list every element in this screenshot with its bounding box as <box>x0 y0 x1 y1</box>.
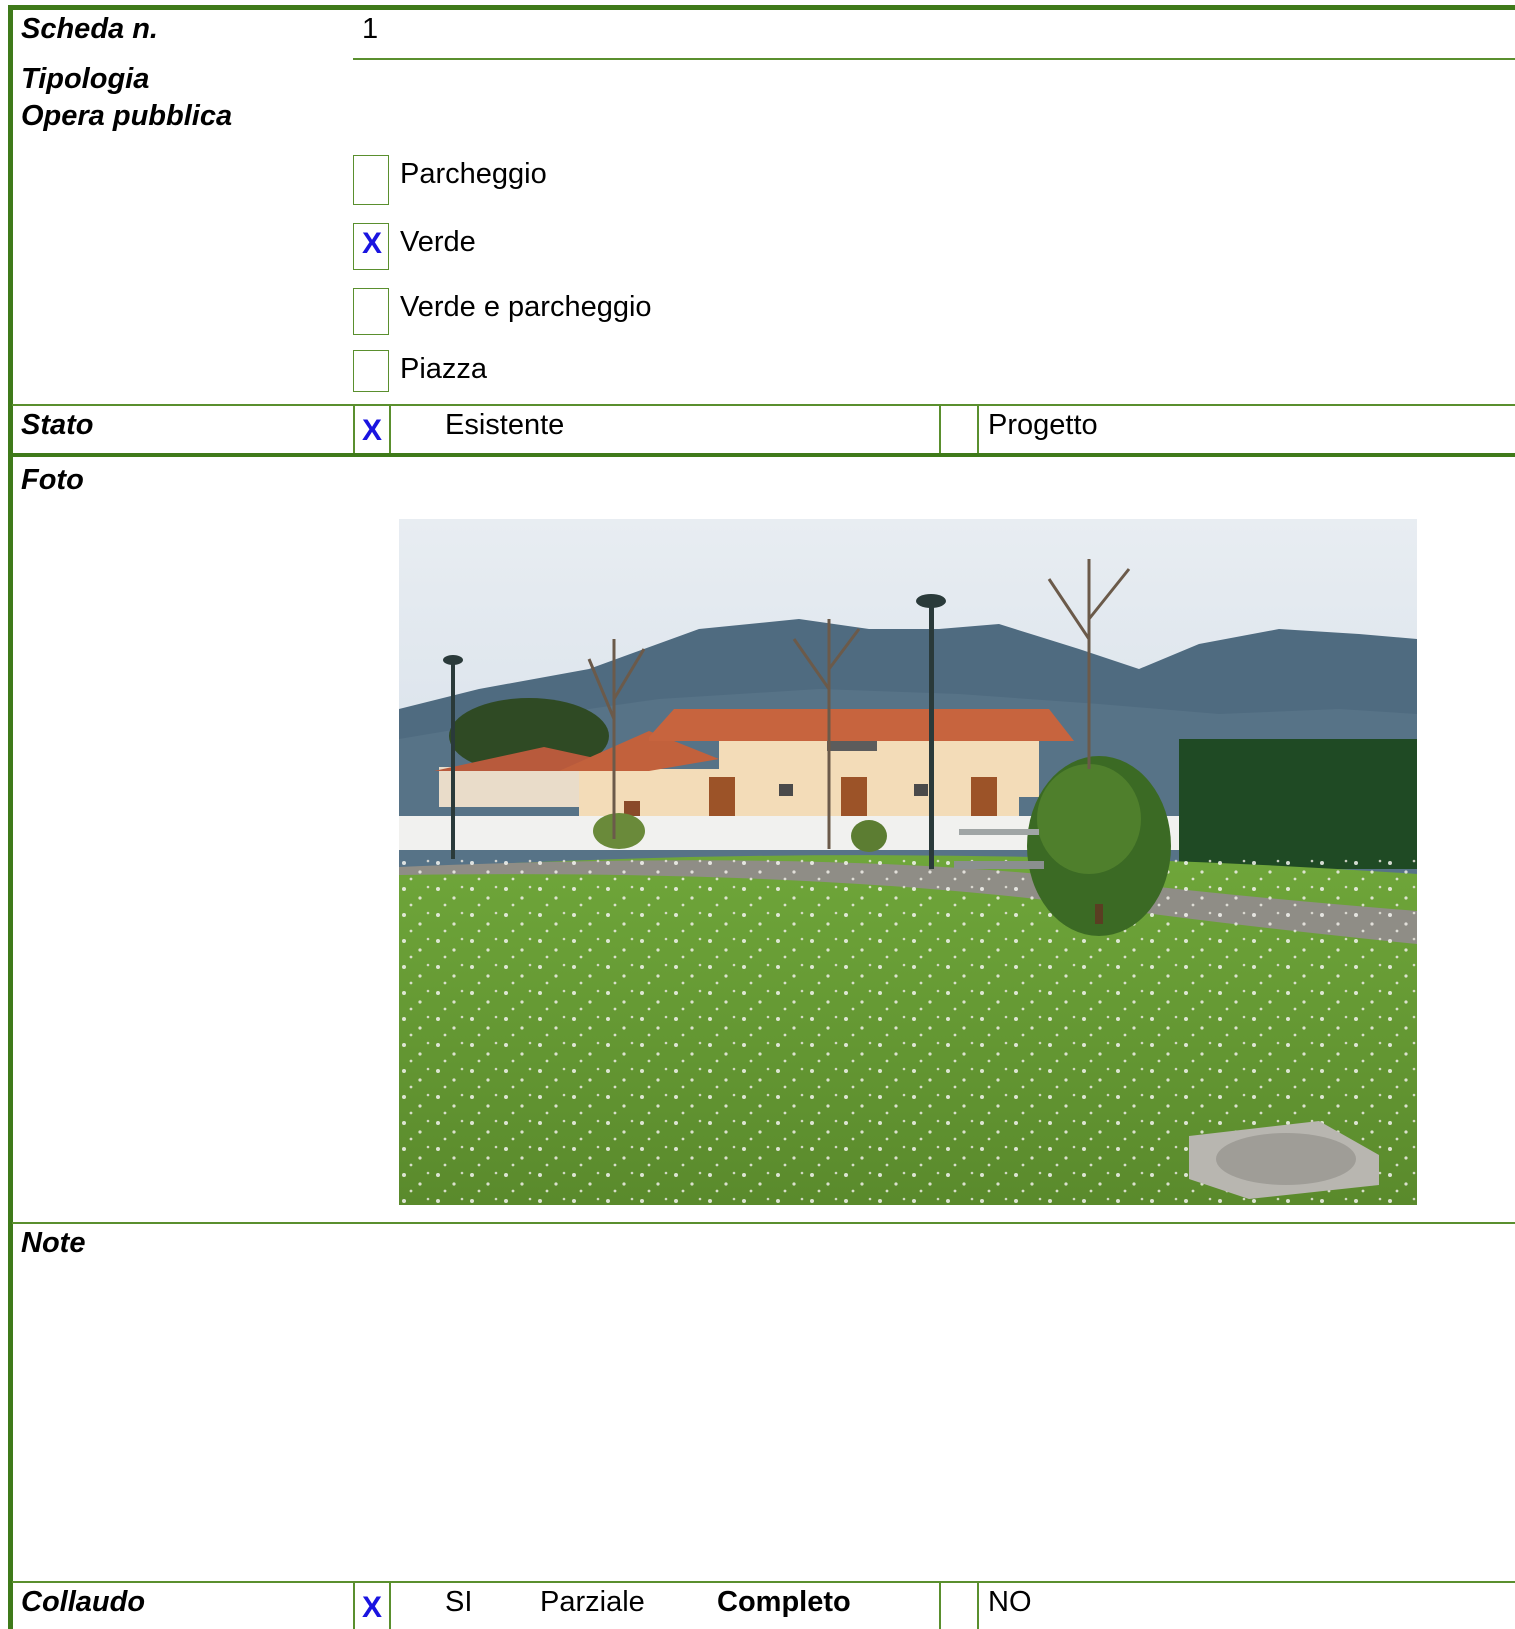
cell-divider <box>977 405 979 453</box>
frame-top-border <box>8 5 1515 10</box>
divider <box>353 58 1515 60</box>
park-photo <box>399 519 1417 1205</box>
verde-e-parcheggio-option-label: Verde e parcheggio <box>400 291 652 323</box>
verde-check-mark: X <box>362 227 383 260</box>
parcheggio-checkbox[interactable] <box>353 155 389 205</box>
foto-label: Foto <box>21 464 84 496</box>
cell-divider <box>353 405 355 453</box>
cell-divider <box>977 1582 979 1629</box>
piazza-option-label: Piazza <box>400 353 488 385</box>
cell-divider <box>939 405 941 453</box>
stato-bottom-border <box>12 453 1515 457</box>
stato-label: Stato <box>21 409 94 441</box>
parcheggio-option-label: Parcheggio <box>400 158 547 190</box>
tipologia-label: Tipologia <box>21 63 150 95</box>
scheda-number: 1 <box>362 13 379 45</box>
divider <box>12 1581 1515 1583</box>
completo-label: Completo <box>717 1586 851 1618</box>
si-label: SI <box>445 1586 473 1618</box>
note-label: Note <box>21 1227 86 1259</box>
no-label: NO <box>988 1586 1032 1618</box>
scheda-label: Scheda n. <box>21 13 158 45</box>
cell-divider <box>939 1582 941 1629</box>
verde-e-parcheggio-checkbox[interactable] <box>353 288 389 335</box>
cell-divider <box>389 1582 391 1629</box>
piazza-checkbox[interactable] <box>353 350 389 392</box>
esistente-label: Esistente <box>445 409 565 441</box>
parziale-label: Parziale <box>540 1586 645 1618</box>
progetto-label: Progetto <box>988 409 1098 441</box>
divider <box>12 404 1515 406</box>
esistente-check-mark: X <box>362 414 383 447</box>
opera-pubblica-label: Opera pubblica <box>21 100 233 132</box>
divider <box>12 1222 1515 1224</box>
si-check-mark: X <box>362 1591 383 1624</box>
frame-left-border <box>8 5 13 1629</box>
cell-divider <box>353 1582 355 1629</box>
cell-divider <box>389 405 391 453</box>
verde-option-label: Verde <box>400 226 476 258</box>
collaudo-label: Collaudo <box>21 1586 146 1618</box>
